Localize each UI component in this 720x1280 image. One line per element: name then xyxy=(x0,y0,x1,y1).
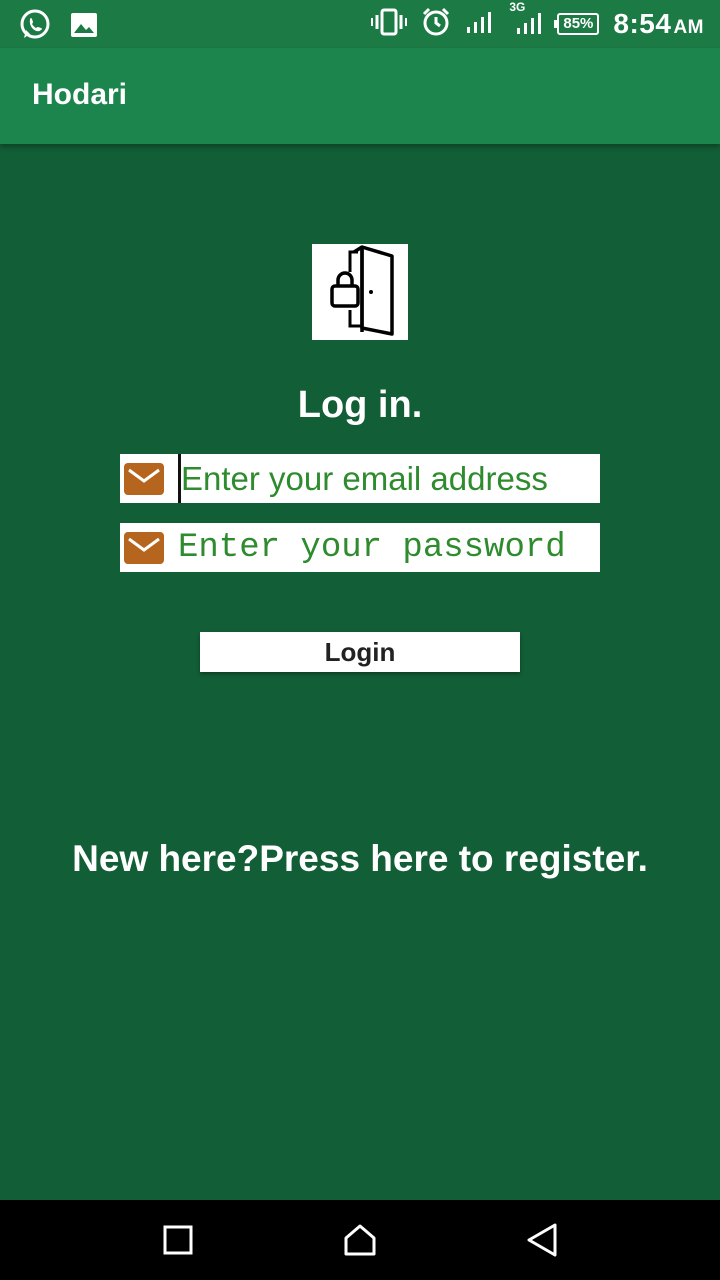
login-heading: Log in. xyxy=(297,384,423,426)
app-bar: Hodari xyxy=(0,48,720,144)
status-clock: 8:54 AM xyxy=(613,8,704,40)
signal-3g-icon: 3G xyxy=(509,0,543,41)
battery-indicator: 85% xyxy=(554,13,600,35)
mail-icon xyxy=(124,462,164,495)
app-title: Hodari xyxy=(32,78,128,111)
vibrate-icon xyxy=(371,8,408,41)
status-bar: 3G 85% 8:54 AM xyxy=(0,0,720,48)
password-field xyxy=(120,523,600,572)
navigation-bar xyxy=(0,1200,720,1280)
login-button[interactable]: Login xyxy=(200,632,520,672)
alarm-icon xyxy=(421,7,451,42)
email-field xyxy=(120,454,600,503)
recents-icon[interactable] xyxy=(158,1220,198,1260)
back-icon[interactable] xyxy=(522,1220,562,1260)
door-lock-icon xyxy=(312,244,408,340)
email-input[interactable] xyxy=(178,454,600,503)
clock-time: 8:54 xyxy=(613,8,672,39)
mail-icon xyxy=(124,531,164,564)
image-icon xyxy=(70,12,98,43)
register-link[interactable]: New here?Press here to register. xyxy=(0,838,720,880)
signal-icon xyxy=(465,9,495,40)
home-icon[interactable] xyxy=(340,1220,380,1260)
network-type-label: 3G xyxy=(509,0,526,14)
clock-ampm: AM xyxy=(673,17,704,38)
whatsapp-icon xyxy=(18,8,52,47)
password-input[interactable] xyxy=(178,523,600,572)
